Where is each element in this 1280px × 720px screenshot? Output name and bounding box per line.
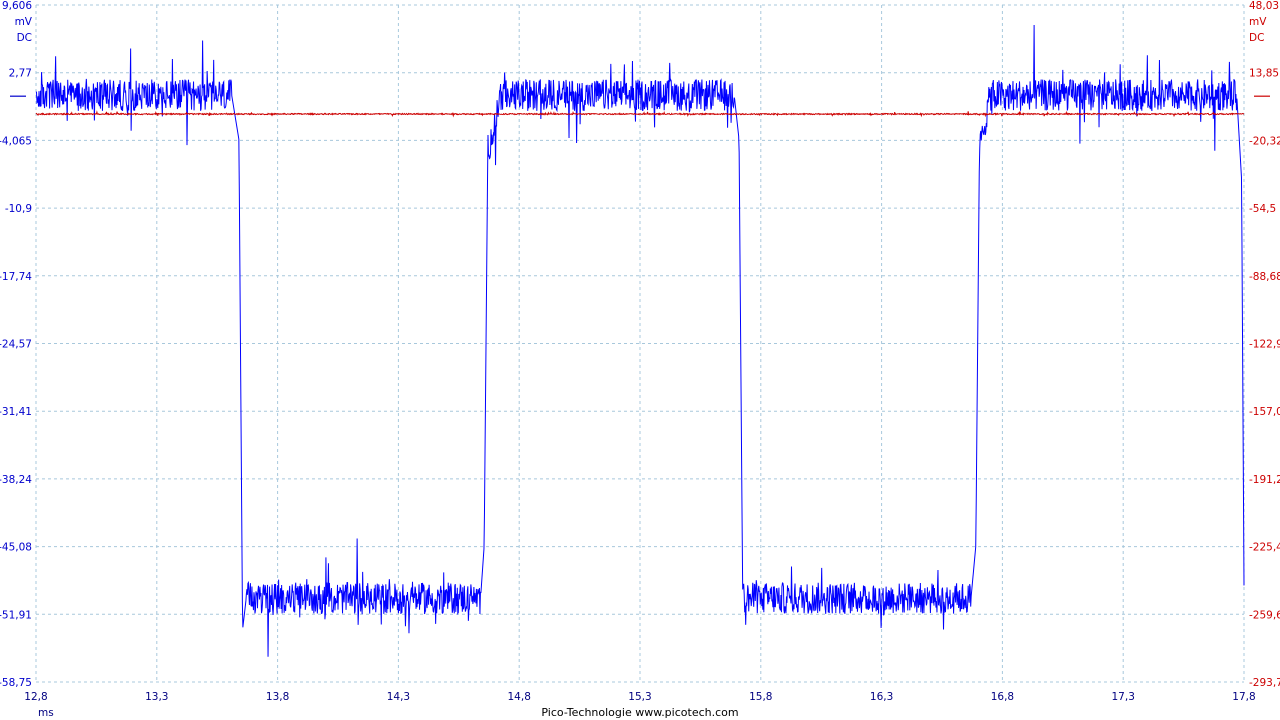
right-axis-tick-label: -122,9 (1249, 339, 1280, 351)
x-axis-tick-label: 14,3 (387, 691, 410, 703)
left-axis-tick-label: -51,91 (0, 609, 32, 621)
left-axis-tick-label: -10,9 (5, 203, 32, 215)
x-axis-unit: ms (38, 707, 54, 719)
right-axis-tick-label: -157,0 (1249, 406, 1280, 418)
x-axis-tick-label: 16,8 (991, 691, 1014, 703)
left-axis-tick-label: -31,41 (0, 406, 32, 418)
left-axis-tick-label: 9,606 (2, 0, 32, 12)
right-axis-tick-label: -191,2 (1249, 474, 1280, 486)
left-axis-tick-label: -58,75 (0, 677, 32, 689)
right-axis-tick-label: -259,6 (1249, 609, 1280, 621)
right-axis-tick-label: 48,03 (1249, 0, 1279, 12)
right-axis-tick-label: -225,4 (1249, 542, 1280, 554)
right-axis-tick-label: 13,85 (1249, 68, 1279, 80)
right-axis-unit: mV (1249, 16, 1267, 28)
x-axis-tick-label: 15,8 (749, 691, 772, 703)
right-axis-tick-label: -20,32 (1249, 135, 1280, 147)
right-axis-tick-label: -88,68 (1249, 271, 1280, 283)
left-axis-tick-label: -38,24 (0, 474, 32, 486)
left-axis-tick-label: -24,57 (0, 339, 32, 351)
x-axis-tick-label: 15,3 (628, 691, 651, 703)
right-axis: 48,03 13,85 -20,32 -54,5 -88,68 -122,9 -157,0 -… (1249, 0, 1280, 689)
right-axis-tick-label: -54,5 (1249, 203, 1276, 215)
left-axis-coupling: DC (17, 32, 32, 44)
left-axis-tick-label: -4,065 (0, 135, 32, 147)
left-axis-tick-label: -17,74 (0, 271, 32, 283)
grid (35, 4, 1245, 683)
x-axis-tick-label: 17,3 (1112, 691, 1135, 703)
oscilloscope-chart: 9,606 2,77 -4,065 -10,9 -17,74 -24,57 -31,41 -3… (0, 0, 1280, 719)
left-axis: 9,606 2,77 -4,065 -10,9 -17,74 -24,57 -31,41 -3… (0, 0, 33, 689)
left-axis-tick-label: -45,08 (0, 542, 32, 554)
x-axis-tick-label: 17,8 (1232, 691, 1255, 703)
footer-text: Pico-Technologie www.picotech.com (541, 706, 738, 719)
x-axis-tick-label: 14,8 (508, 691, 531, 703)
left-axis-unit: mV (15, 16, 33, 28)
left-axis-tick-label: 2,77 (9, 68, 32, 80)
right-axis-tick-label: -293,7 (1249, 677, 1280, 689)
x-axis-tick-label: 12,8 (24, 691, 47, 703)
right-axis-coupling: DC (1249, 32, 1264, 44)
x-axis-tick-label: 16,3 (870, 691, 893, 703)
x-axis-tick-label: 13,8 (266, 691, 289, 703)
x-axis-tick-label: 13,3 (145, 691, 168, 703)
